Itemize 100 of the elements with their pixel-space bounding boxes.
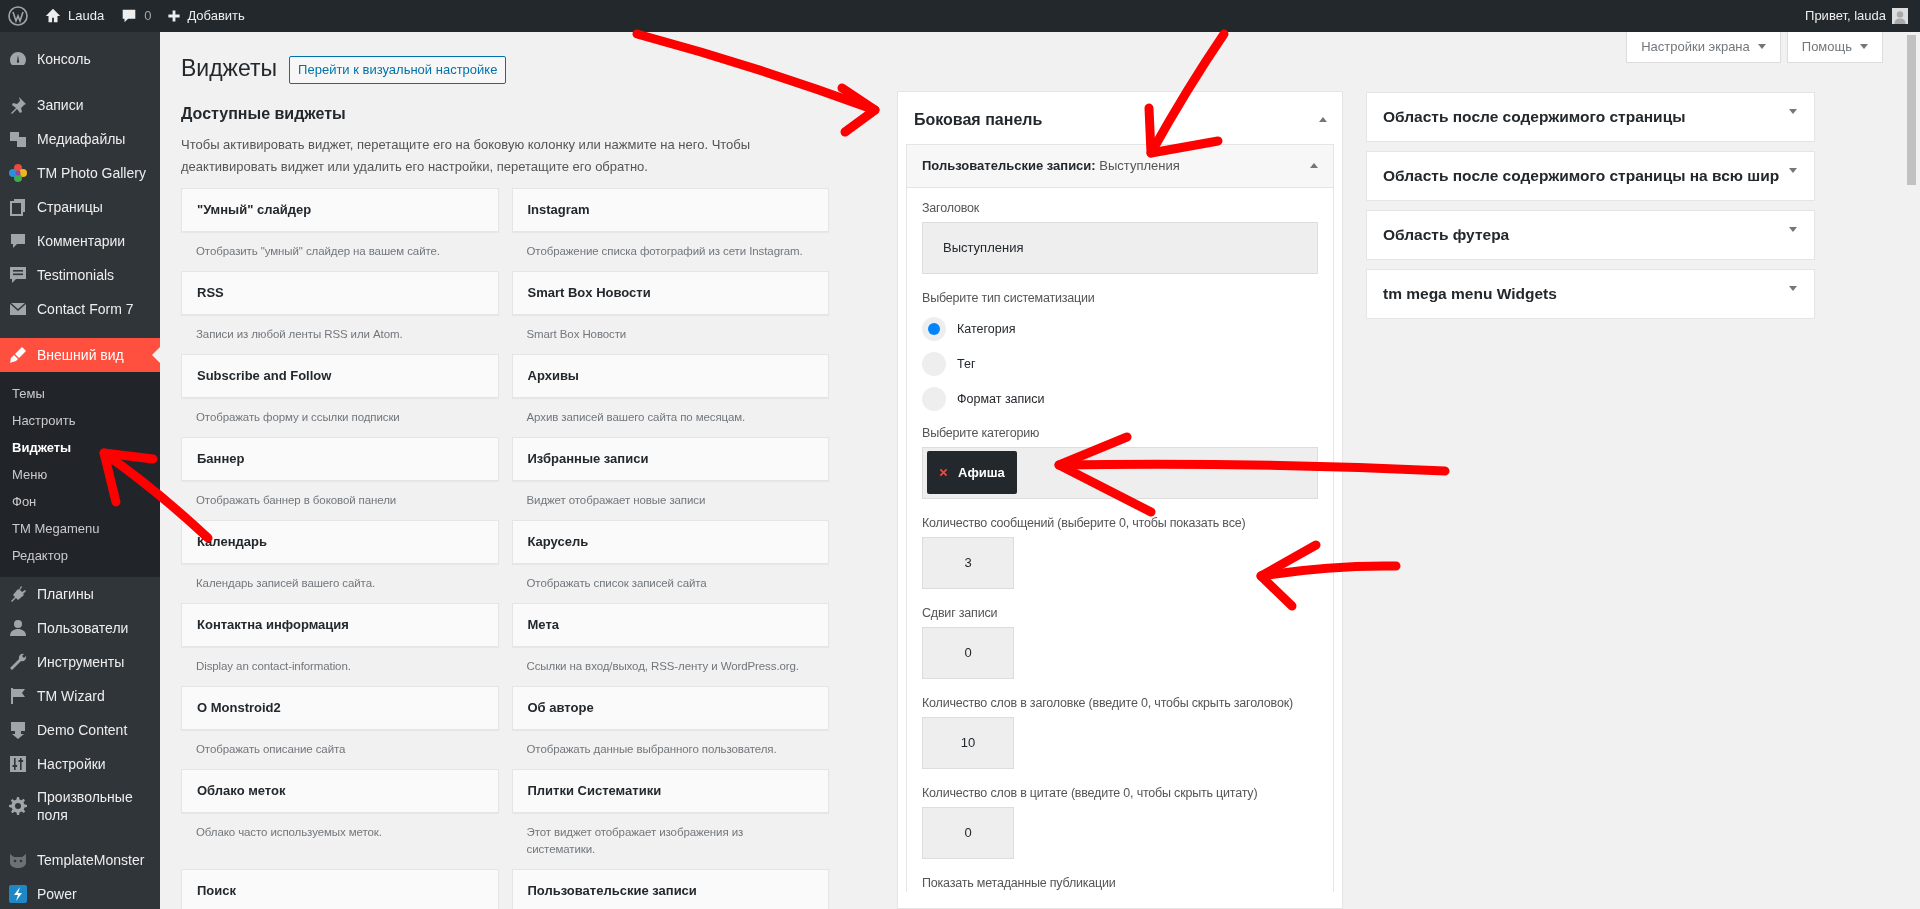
- widget-description: Отображение списка фотографий из сети Instagram.: [525, 243, 804, 259]
- account-link[interactable]: Привет, lauda: [1805, 6, 1908, 26]
- widget-area[interactable]: Область после содержимого страницы: [1366, 91, 1815, 142]
- sidebar-item[interactable]: Power: [0, 877, 160, 909]
- widget-description: Календарь записей вашего сайта.: [195, 575, 377, 591]
- caret-icon: [1757, 44, 1766, 50]
- new-link[interactable]: Добавить: [167, 6, 245, 26]
- submenu-item[interactable]: Меню: [0, 461, 160, 488]
- widget-item[interactable]: О Monstroid2: [181, 685, 499, 730]
- sidebar-item[interactable]: Страницы: [0, 190, 160, 224]
- panel-title: Боковая панель: [914, 109, 1043, 130]
- widget-item[interactable]: Плитки Систематики: [511, 768, 829, 813]
- widget-item[interactable]: Облако меток: [181, 768, 499, 813]
- field-label: Количество слов в заголовке (введите 0, чтобы скрыть заголовок): [922, 694, 1294, 712]
- radio-label: Категория: [957, 320, 1016, 338]
- widget-item[interactable]: Об авторе: [511, 685, 829, 730]
- category-tag[interactable]: Афиша: [927, 451, 1017, 494]
- widget-description: Ссылки на вход/выход, RSS-ленту и WordPress.org.: [525, 658, 800, 674]
- widget-description: Записи из любой ленты RSS или Atom.: [195, 326, 404, 342]
- brush-icon: [8, 345, 28, 365]
- widget-item[interactable]: Поиск: [181, 868, 499, 909]
- widget-item[interactable]: Subscribe and Follow: [181, 353, 499, 398]
- visual-customize-button[interactable]: Перейти к визуальной настройке: [289, 56, 507, 84]
- bolt-icon: [8, 884, 28, 905]
- speech-bubble-icon: [8, 231, 28, 251]
- avatar-icon: [1892, 8, 1908, 24]
- widget-item[interactable]: Календарь: [181, 519, 499, 564]
- widget-item[interactable]: "Умный" слайдер: [181, 187, 499, 232]
- sidebar-item[interactable]: Пользователи: [0, 611, 160, 645]
- widget-item[interactable]: Smart Box Новости: [511, 270, 829, 315]
- flower-icon: [8, 163, 28, 183]
- widget-item[interactable]: RSS: [181, 270, 499, 315]
- widget-item[interactable]: Instagram: [511, 187, 829, 232]
- widget-description: Отображать форму и ссылки подписки: [195, 409, 401, 425]
- widget-area[interactable]: Область футера: [1366, 209, 1815, 260]
- submenu-item[interactable]: Фон: [0, 488, 160, 515]
- sidebar-item[interactable]: Testimonials: [0, 258, 160, 292]
- description-text: Чтобы активировать виджет, перетащите его на боковую колонку или нажмите на него. Чтобы деактивировать виджет или удалить его настройки, перетащите его обратно.: [181, 135, 752, 176]
- gear-icon: [8, 796, 28, 817]
- caret-icon[interactable]: [1319, 117, 1327, 122]
- submenu-item[interactable]: Настроить: [0, 407, 160, 434]
- field-label: Заголовок: [922, 199, 980, 217]
- sidebar-item[interactable]: TM Photo Gallery: [0, 156, 160, 190]
- field-label: Количество сообщений (выберите 0, чтобы показать все): [922, 514, 1247, 532]
- remove-icon: [939, 468, 948, 477]
- sidebar-item[interactable]: Произвольные поля: [0, 781, 160, 832]
- submenu-item[interactable]: Редактор: [0, 542, 160, 569]
- plus-icon: [167, 9, 182, 23]
- sidebar-item[interactable]: Консоль: [0, 42, 160, 76]
- widget-item[interactable]: Контактна информация: [181, 602, 499, 647]
- widget-description: Архив записей вашего сайта по месяцам.: [525, 409, 747, 425]
- number-field[interactable]: 3: [922, 536, 1014, 589]
- sidebar-item[interactable]: Записи: [0, 88, 160, 122]
- person-icon: [8, 618, 28, 638]
- sidebar-item[interactable]: TM Wizard: [0, 679, 160, 713]
- number-field[interactable]: 0: [922, 806, 1014, 859]
- field-label: Выберите тип систематизации: [922, 289, 1096, 307]
- title-field[interactable]: Выступления: [922, 221, 1318, 274]
- sidebar-item[interactable]: Комментарии: [0, 224, 160, 258]
- caret-icon: [1860, 44, 1868, 50]
- widget-item[interactable]: Мета: [511, 602, 829, 647]
- comments-link[interactable]: 0: [120, 6, 152, 26]
- submenu-item[interactable]: TM Megamenu: [0, 515, 160, 542]
- widget-description: Smart Box Новости: [525, 326, 628, 342]
- widget-item[interactable]: Карусель: [511, 519, 829, 564]
- widget-item[interactable]: Пользовательские записи: [511, 868, 829, 909]
- field-label: Выберите категорию: [922, 424, 1041, 442]
- widget-item[interactable]: Избранные записи: [511, 436, 829, 481]
- widget-description: Display an contact-information.: [195, 658, 352, 674]
- section-heading: Доступные виджеты: [181, 103, 347, 124]
- radio-button[interactable]: [922, 317, 946, 341]
- submenu-item[interactable]: Виджеты: [0, 434, 160, 461]
- sidebar-item[interactable]: Contact Form 7: [0, 292, 160, 326]
- sidebar-item[interactable]: Медиафайлы: [0, 122, 160, 156]
- widget-description: Отображать описание сайта: [195, 741, 347, 757]
- site-link[interactable]: Lauda: [44, 6, 105, 26]
- scrollbar-thumb[interactable]: [1907, 35, 1916, 185]
- widget-area[interactable]: tm mega menu Widgets: [1366, 268, 1815, 319]
- widget-item[interactable]: Баннер: [181, 436, 499, 481]
- sidebar-item[interactable]: Настройки: [0, 747, 160, 781]
- widget-description: Виджет отображает новые записи: [525, 492, 707, 508]
- submenu-item[interactable]: Темы: [0, 380, 160, 407]
- number-field[interactable]: 10: [922, 716, 1014, 769]
- sliders-icon: [8, 754, 28, 774]
- widget-area[interactable]: Область после содержимого страницы на всю шир: [1366, 150, 1815, 201]
- widget-item[interactable]: Архивы: [511, 353, 829, 398]
- sidebar-item[interactable]: Demo Content: [0, 713, 160, 747]
- widget-description: Отобразить "умный" слайдер на вашем сайте.: [195, 243, 441, 259]
- sidebar-item[interactable]: Плагины: [0, 577, 160, 611]
- sidebar-item[interactable]: TemplateMonster: [0, 843, 160, 878]
- caret-icon[interactable]: [1310, 163, 1318, 168]
- pages-icon: [8, 197, 28, 217]
- field-label: Сдвиг записи: [922, 604, 999, 622]
- widget-description: Отображать список записей сайта: [525, 575, 708, 591]
- radio-label: Тег: [957, 355, 976, 373]
- screen-options-button[interactable]: Настройки экрана: [1626, 32, 1781, 63]
- number-field[interactable]: 0: [922, 626, 1014, 679]
- field-label: Количество слов в цитате (введите 0, чтобы скрыть цитату): [922, 784, 1259, 802]
- screen-options-button[interactable]: Помощь: [1786, 32, 1883, 63]
- sidebar-item[interactable]: Инструменты: [0, 645, 160, 679]
